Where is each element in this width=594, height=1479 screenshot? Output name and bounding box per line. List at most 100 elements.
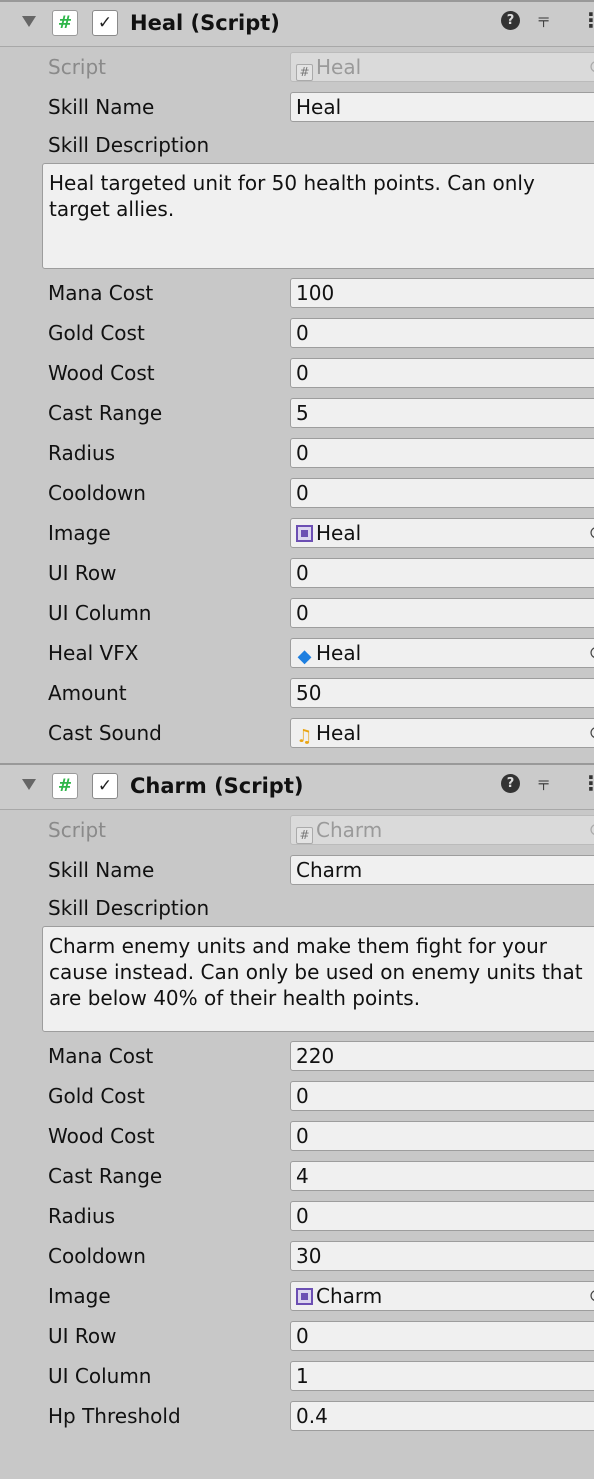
field-row: Wood Cost 0	[0, 353, 594, 393]
field-row: Hp Threshold 0.4	[0, 1396, 594, 1436]
field-label: Skill Description	[48, 133, 210, 157]
help-icon[interactable]: ?	[501, 11, 520, 30]
presets-icon[interactable]: ⫧	[538, 770, 549, 796]
field-row: UI Row 0	[0, 1316, 594, 1356]
gold-cost-input[interactable]: 0	[290, 318, 594, 348]
mana-cost-input[interactable]: 220	[290, 1041, 594, 1071]
field-value: Heal	[316, 55, 362, 79]
enable-checkbox[interactable]: ✓	[92, 773, 118, 799]
image-object-field[interactable]: Heal ⊙	[290, 518, 594, 548]
amount-input[interactable]: 50	[290, 678, 594, 708]
field-row: Cast Range 4	[0, 1156, 594, 1196]
field-label: Cast Range	[48, 1164, 163, 1188]
cooldown-input[interactable]: 30	[290, 1241, 594, 1271]
object-picker-icon[interactable]: ⊙	[583, 519, 594, 547]
field-row: Image Heal ⊙	[0, 513, 594, 553]
wood-cost-input[interactable]: 0	[290, 358, 594, 388]
field-label: Heal VFX	[48, 641, 139, 665]
field-label: Skill Name	[48, 95, 155, 119]
script-object-field: #Charm ⊙	[290, 815, 594, 845]
heal-vfx-object-field[interactable]: ◆Heal ⊙	[290, 638, 594, 668]
field-row: Wood Cost 0	[0, 1116, 594, 1156]
context-menu-icon[interactable]: ⋮	[581, 770, 594, 796]
context-menu-icon[interactable]: ⋮	[581, 7, 594, 33]
field-row: Mana Cost 100	[0, 273, 594, 313]
field-label: Mana Cost	[48, 281, 154, 305]
object-picker-icon: ⊙	[583, 816, 594, 844]
field-value: Charm	[316, 1284, 383, 1308]
skill-description-label-row: Skill Description	[0, 127, 594, 163]
cast-range-input[interactable]: 4	[290, 1161, 594, 1191]
radius-input[interactable]: 0	[290, 438, 594, 468]
field-label: UI Row	[48, 561, 117, 585]
ui-column-input[interactable]: 1	[290, 1361, 594, 1391]
presets-icon[interactable]: ⫧	[538, 7, 549, 33]
component-header[interactable]: # ✓ Charm (Script) ? ⫧ ⋮	[0, 763, 594, 810]
gold-cost-input[interactable]: 0	[290, 1081, 594, 1111]
field-label: Skill Name	[48, 858, 155, 882]
component-title[interactable]: Charm (Script)	[130, 773, 303, 799]
wood-cost-input[interactable]: 0	[290, 1121, 594, 1151]
script-file-icon: #	[296, 827, 313, 844]
field-label: Radius	[48, 1204, 116, 1228]
field-label: Wood Cost	[48, 361, 155, 385]
script-object-field: #Heal ⊙	[290, 52, 594, 82]
radius-input[interactable]: 0	[290, 1201, 594, 1231]
script-hash-icon: #	[52, 10, 78, 36]
object-picker-icon[interactable]: ⊙	[583, 639, 594, 667]
field-label: Skill Description	[48, 896, 210, 920]
skill-name-input[interactable]: Heal	[290, 92, 594, 122]
foldout-arrow-icon[interactable]	[22, 779, 36, 790]
script-row: Script #Heal ⊙	[0, 47, 594, 87]
sprite-icon	[296, 525, 313, 542]
foldout-arrow-icon[interactable]	[22, 16, 36, 27]
skill-name-input[interactable]: Charm	[290, 855, 594, 885]
audio-clip-icon: ♫	[296, 726, 313, 747]
field-row: Heal VFX ◆Heal ⊙	[0, 633, 594, 673]
skill-description-textarea[interactable]: Charm enemy units and make them fight fo…	[42, 926, 594, 1032]
field-row: Cast Sound ♫Heal ⊙	[0, 713, 594, 753]
ui-column-input[interactable]: 0	[290, 598, 594, 628]
field-row: Image Charm ⊙	[0, 1276, 594, 1316]
cast-range-input[interactable]: 5	[290, 398, 594, 428]
component-header[interactable]: # ✓ Heal (Script) ? ⫧ ⋮	[0, 0, 594, 47]
field-label: Script	[48, 55, 107, 79]
prefab-icon: ◆	[297, 646, 312, 667]
field-row: Amount 50	[0, 673, 594, 713]
mana-cost-input[interactable]: 100	[290, 278, 594, 308]
object-picker-icon: ⊙	[583, 53, 594, 81]
enable-checkbox[interactable]: ✓	[92, 10, 118, 36]
script-file-icon: #	[296, 64, 313, 81]
object-picker-icon[interactable]: ⊙	[583, 719, 594, 747]
ui-row-input[interactable]: 0	[290, 558, 594, 588]
field-label: Cast Range	[48, 401, 163, 425]
skill-name-row: Skill Name Heal	[0, 87, 594, 127]
skill-description-label-row: Skill Description	[0, 890, 594, 926]
field-label: Cast Sound	[48, 721, 162, 745]
object-picker-icon[interactable]: ⊙	[583, 1282, 594, 1310]
field-label: Radius	[48, 441, 116, 465]
field-value: Heal	[316, 641, 362, 665]
cast-sound-object-field[interactable]: ♫Heal ⊙	[290, 718, 594, 748]
hp-threshold-input[interactable]: 0.4	[290, 1401, 594, 1431]
field-label: Cooldown	[48, 481, 146, 505]
script-hash-icon: #	[52, 773, 78, 799]
help-icon[interactable]: ?	[501, 774, 520, 793]
skill-name-row: Skill Name Charm	[0, 850, 594, 890]
field-value: Heal	[316, 521, 362, 545]
field-label: UI Column	[48, 1364, 152, 1388]
sprite-icon	[296, 1288, 313, 1305]
field-row: UI Column 0	[0, 593, 594, 633]
skill-description-textarea[interactable]: Heal targeted unit for 50 health points.…	[42, 163, 594, 269]
script-row: Script #Charm ⊙	[0, 810, 594, 850]
field-label: Image	[48, 1284, 111, 1308]
cooldown-input[interactable]: 0	[290, 478, 594, 508]
ui-row-input[interactable]: 0	[290, 1321, 594, 1351]
image-object-field[interactable]: Charm ⊙	[290, 1281, 594, 1311]
component-heal: # ✓ Heal (Script) ? ⫧ ⋮ Script #Heal ⊙ S…	[0, 0, 594, 763]
component-charm: # ✓ Charm (Script) ? ⫧ ⋮ Script #Charm ⊙…	[0, 763, 594, 1436]
field-row: Cast Range 5	[0, 393, 594, 433]
field-row: UI Column 1	[0, 1356, 594, 1396]
field-label: Image	[48, 521, 111, 545]
component-title[interactable]: Heal (Script)	[130, 10, 280, 36]
